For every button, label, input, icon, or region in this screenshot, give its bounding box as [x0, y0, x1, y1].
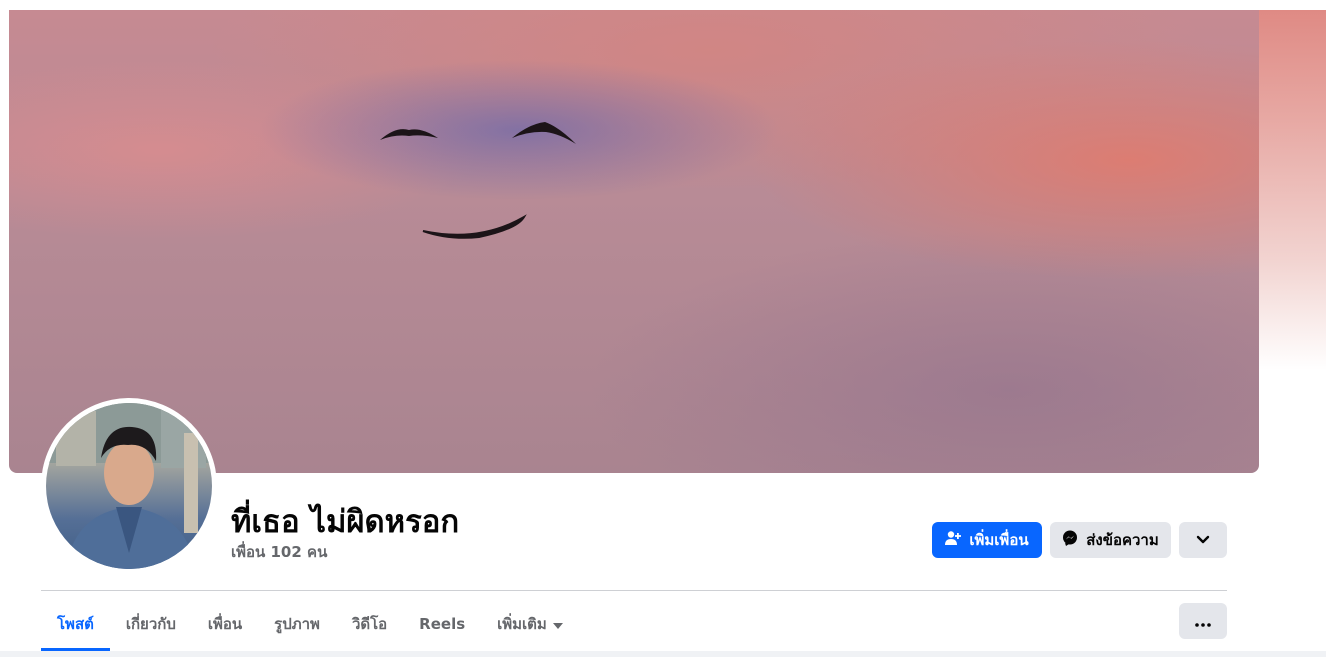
tab-label: เพิ่มเติม: [497, 615, 547, 633]
caret-down-icon: [552, 615, 563, 633]
tab-reels[interactable]: Reels: [403, 597, 481, 651]
profile-more-button[interactable]: [1179, 522, 1227, 558]
profile-name: ที่เธอ ไม่ผิดหรอก: [231, 504, 460, 540]
friends-count[interactable]: เพื่อน 102 คน: [231, 540, 327, 564]
tab-posts[interactable]: โพสต์: [41, 597, 110, 651]
add-friend-label: เพิ่มเพื่อน: [969, 531, 1029, 549]
tab-friends[interactable]: เพื่อน: [192, 597, 258, 651]
tab-label: เกี่ยวกับ: [125, 615, 176, 633]
tab-label: Reels: [419, 615, 466, 633]
background-fade: [1259, 10, 1326, 370]
tab-videos[interactable]: วิดีโอ: [336, 597, 403, 651]
messenger-icon: [1062, 530, 1078, 550]
profile-page: ที่เธอ ไม่ผิดหรอก เพื่อน 102 คน เพิ่มเพื…: [0, 0, 1326, 657]
tab-label: โพสต์: [57, 615, 94, 633]
person-plus-icon: [945, 530, 962, 550]
profile-avatar[interactable]: [46, 403, 212, 569]
tab-label: เพื่อน: [207, 615, 243, 633]
ellipsis-icon: [1195, 612, 1211, 631]
tab-label: วิดีโอ: [351, 615, 388, 633]
cover-smiley-birds: [380, 122, 576, 239]
message-label: ส่งข้อความ: [1086, 531, 1159, 549]
chevron-down-icon: [1196, 531, 1210, 549]
tab-photos[interactable]: รูปภาพ: [258, 597, 336, 651]
header-divider: [41, 590, 1227, 591]
options-button[interactable]: [1179, 603, 1227, 639]
cover-photo[interactable]: [9, 10, 1259, 473]
tab-label: รูปภาพ: [274, 615, 320, 633]
feed-background: [0, 651, 1326, 657]
profile-tabs: โพสต์ เกี่ยวกับ เพื่อน รูปภาพ วิดีโอ Ree…: [41, 597, 579, 651]
tab-more[interactable]: เพิ่มเติม: [481, 597, 579, 651]
message-button[interactable]: ส่งข้อความ: [1050, 522, 1171, 558]
tab-about[interactable]: เกี่ยวกับ: [110, 597, 192, 651]
add-friend-button[interactable]: เพิ่มเพื่อน: [932, 522, 1042, 558]
